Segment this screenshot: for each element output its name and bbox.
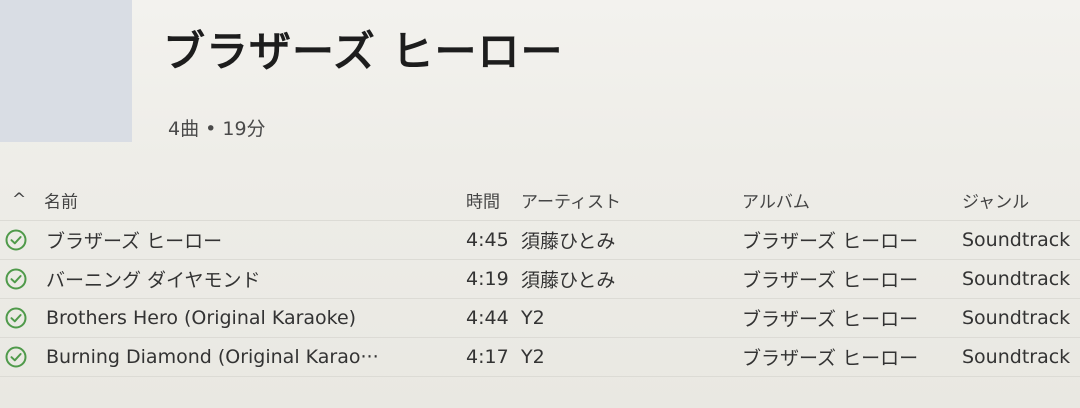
track-genre: Soundtrack [962, 346, 1071, 368]
track-list: ^ 名前 時間 アーティスト アルバム ジャンル ブラザーズ ヒーロー 4:45… [0, 180, 1080, 377]
track-genre: Soundtrack [962, 268, 1071, 290]
track-artist[interactable]: 須藤ひとみ [521, 227, 721, 254]
column-header-time[interactable]: 時間 [466, 188, 518, 213]
track-genre: Soundtrack [962, 307, 1071, 329]
track-artist[interactable]: Y2 [521, 346, 721, 368]
track-name: ブラザーズ ヒーロー [46, 230, 223, 253]
track-album[interactable]: ブラザーズ ヒーロー [742, 266, 942, 293]
track-album[interactable]: ブラザーズ ヒーロー [742, 305, 942, 332]
track-row[interactable]: Burning Diamond (Original Karao··· 4:17 … [0, 338, 1080, 377]
track-time: 4:44 [466, 307, 509, 329]
album-title: ブラザーズ ヒーロー [163, 27, 564, 76]
track-album[interactable]: ブラザーズ ヒーロー [742, 227, 942, 254]
column-header-album[interactable]: アルバム [742, 188, 942, 213]
track-artist[interactable]: 須藤ひとみ [521, 266, 721, 293]
check-circle-icon [4, 345, 28, 369]
track-time: 4:17 [466, 346, 509, 368]
column-header-artist[interactable]: アーティスト [521, 188, 721, 213]
track-row[interactable]: Brothers Hero (Original Karaoke) 4:44 Y2… [0, 299, 1080, 338]
check-circle-icon [4, 306, 28, 330]
column-header-genre[interactable]: ジャンル [962, 188, 1080, 213]
track-time: 4:45 [466, 229, 509, 251]
track-name: Burning Diamond (Original Karao··· [46, 346, 379, 368]
check-circle-icon [4, 228, 28, 252]
track-time: 4:19 [466, 268, 509, 290]
column-header-row: ^ 名前 時間 アーティスト アルバム ジャンル [0, 180, 1080, 221]
track-artist[interactable]: Y2 [521, 307, 721, 329]
sort-ascending-icon[interactable]: ^ [12, 190, 26, 210]
album-meta: 4曲 • 19分 [168, 118, 266, 140]
track-name: バーニング ダイヤモンド [46, 269, 261, 292]
track-name: Brothers Hero (Original Karaoke) [46, 307, 357, 329]
check-circle-icon [4, 267, 28, 291]
track-row[interactable]: バーニング ダイヤモンド 4:19 須藤ひとみ ブラザーズ ヒーロー Sound… [0, 260, 1080, 299]
album-art[interactable] [0, 0, 132, 142]
track-album[interactable]: ブラザーズ ヒーロー [742, 344, 942, 371]
track-genre: Soundtrack [962, 229, 1071, 251]
track-row[interactable]: ブラザーズ ヒーロー 4:45 須藤ひとみ ブラザーズ ヒーロー Soundtr… [0, 221, 1080, 260]
column-header-name[interactable]: 名前 [44, 188, 444, 213]
